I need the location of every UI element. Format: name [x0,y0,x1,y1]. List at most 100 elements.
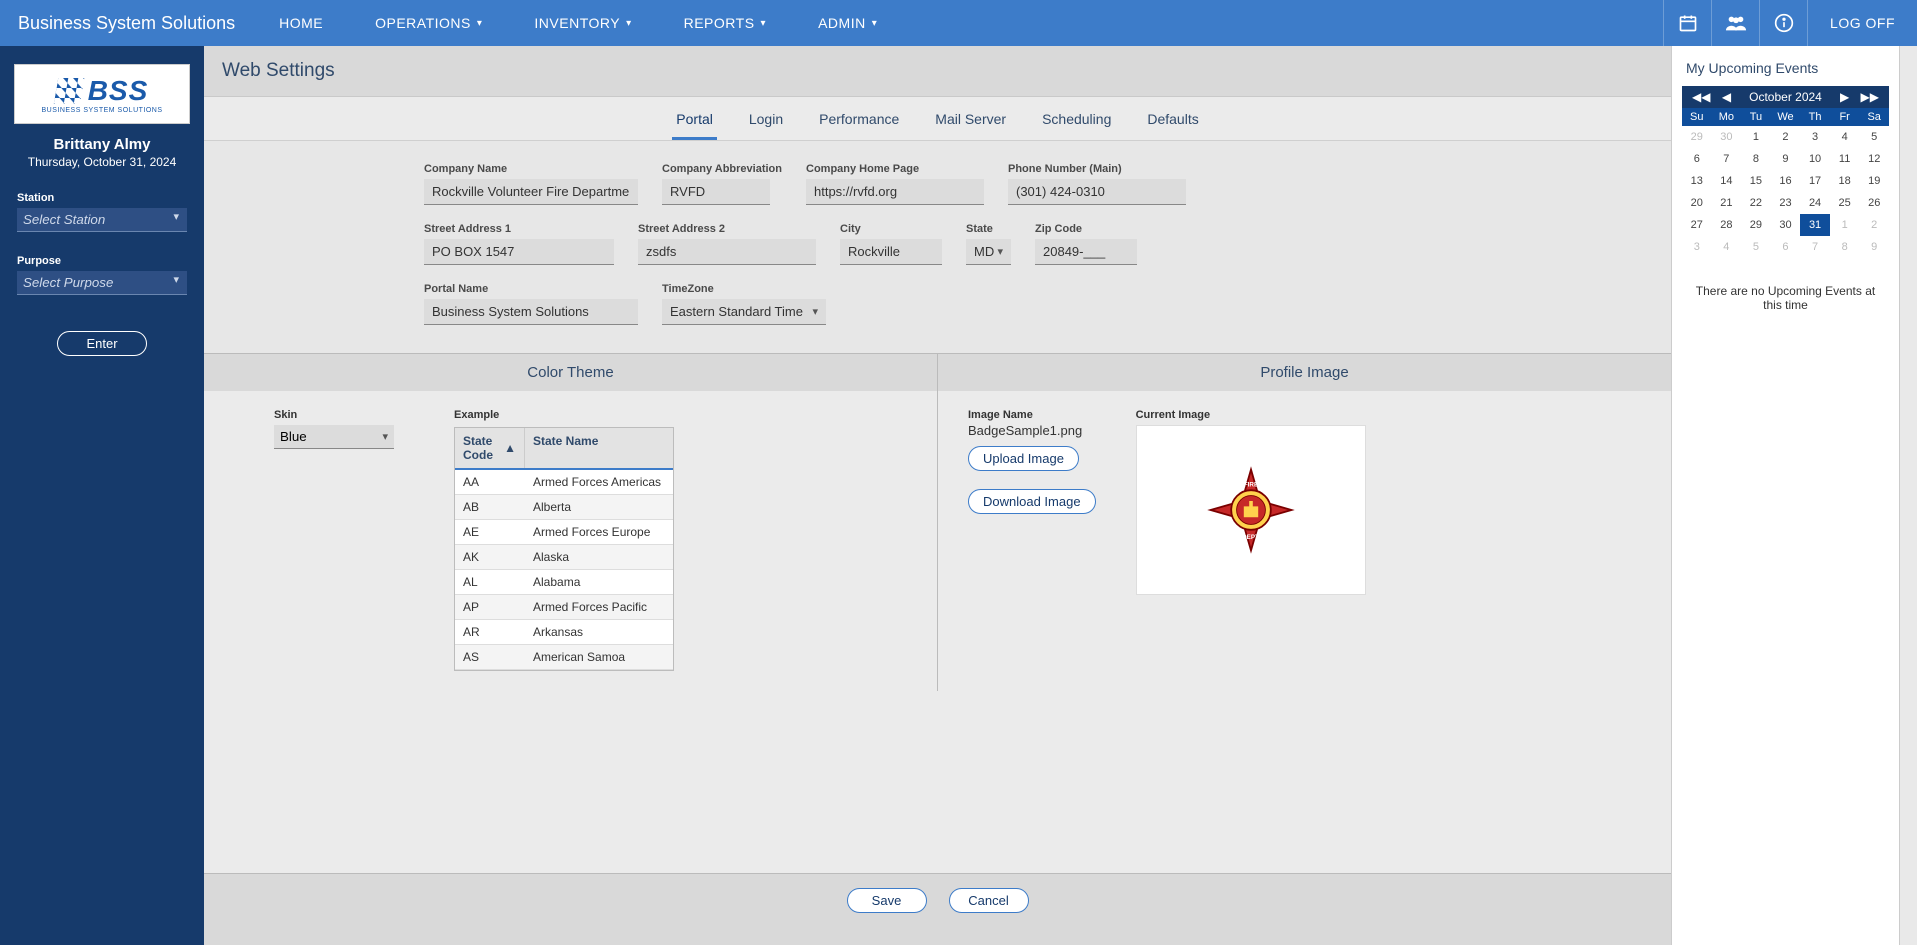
cal-dow-cell: Sa [1859,108,1889,126]
grid-col-code[interactable]: State Code ▲ [455,428,525,468]
cal-day[interactable]: 10 [1800,148,1830,170]
cal-day[interactable]: 9 [1771,148,1801,170]
profile-image-header: Profile Image [938,354,1671,391]
current-date: Thursday, October 31, 2024 [28,155,177,169]
cal-day[interactable]: 11 [1830,148,1860,170]
cal-dow-cell: We [1771,108,1801,126]
main-content: Web Settings Portal Login Performance Ma… [204,46,1671,945]
cal-day[interactable]: 26 [1859,192,1889,214]
table-row[interactable]: ALAlabama [455,570,673,595]
cal-day[interactable]: 3 [1682,236,1712,258]
cal-day[interactable]: 9 [1859,236,1889,258]
nav-inventory[interactable]: INVENTORY▾ [508,0,657,46]
cal-prev-year-icon[interactable]: ◀◀ [1688,90,1714,104]
tab-mail[interactable]: Mail Server [931,105,1010,140]
cal-day[interactable]: 28 [1712,214,1742,236]
cal-day[interactable]: 30 [1771,214,1801,236]
cal-day[interactable]: 6 [1771,236,1801,258]
calendar-icon[interactable] [1663,0,1711,46]
cal-day[interactable]: 12 [1859,148,1889,170]
phone-input[interactable] [1008,179,1186,205]
download-image-button[interactable]: Download Image [968,489,1096,514]
scrollbar[interactable] [1899,46,1917,945]
nav-operations[interactable]: OPERATIONS▾ [349,0,508,46]
chevron-down-icon: ▾ [872,18,878,29]
cal-day[interactable]: 1 [1741,126,1771,148]
info-icon[interactable] [1759,0,1807,46]
cal-day[interactable]: 6 [1682,148,1712,170]
tab-scheduling[interactable]: Scheduling [1038,105,1115,140]
abbrev-input[interactable] [662,179,770,205]
cal-day[interactable]: 13 [1682,170,1712,192]
state-select[interactable]: MD [966,239,1011,265]
table-row[interactable]: ARArkansas [455,620,673,645]
cal-day[interactable]: 4 [1830,126,1860,148]
cal-day[interactable]: 7 [1800,236,1830,258]
table-row[interactable]: ABAlberta [455,495,673,520]
skin-select[interactable]: Blue [274,425,394,449]
zip-input[interactable] [1035,239,1137,265]
cal-day[interactable]: 4 [1712,236,1742,258]
purpose-select[interactable]: Select Purpose [17,271,187,295]
cal-day[interactable]: 17 [1800,170,1830,192]
cal-day[interactable]: 20 [1682,192,1712,214]
logoff-button[interactable]: LOG OFF [1807,0,1917,46]
table-row[interactable]: APArmed Forces Pacific [455,595,673,620]
table-row[interactable]: AAArmed Forces Americas [455,470,673,495]
cancel-button[interactable]: Cancel [949,888,1029,913]
table-row[interactable]: AEArmed Forces Europe [455,520,673,545]
company-name-input[interactable] [424,179,638,205]
nav-reports[interactable]: REPORTS▾ [658,0,792,46]
cal-day[interactable]: 24 [1800,192,1830,214]
cal-next-month-icon[interactable]: ▶ [1836,90,1853,104]
cal-day[interactable]: 23 [1771,192,1801,214]
addr2-input[interactable] [638,239,816,265]
city-input[interactable] [840,239,942,265]
nav-admin[interactable]: ADMIN▾ [792,0,903,46]
enter-button[interactable]: Enter [57,331,146,356]
users-icon[interactable] [1711,0,1759,46]
homepage-input[interactable] [806,179,984,205]
cal-next-year-icon[interactable]: ▶▶ [1857,90,1883,104]
username: Brittany Almy [54,136,151,153]
no-events-message: There are no Upcoming Events at this tim… [1682,284,1889,312]
upload-image-button[interactable]: Upload Image [968,446,1079,471]
addr1-input[interactable] [424,239,614,265]
tab-performance[interactable]: Performance [815,105,903,140]
cal-prev-month-icon[interactable]: ◀ [1718,90,1735,104]
cal-day[interactable]: 15 [1741,170,1771,192]
save-button[interactable]: Save [847,888,927,913]
nav-home[interactable]: HOME [253,0,349,46]
cal-day[interactable]: 29 [1741,214,1771,236]
station-select[interactable]: Select Station [17,208,187,232]
cal-day[interactable]: 21 [1712,192,1742,214]
cal-day[interactable]: 30 [1712,126,1742,148]
portal-name-input[interactable] [424,299,638,325]
topbar-right: LOG OFF [1663,0,1917,46]
cal-day[interactable]: 22 [1741,192,1771,214]
cal-day[interactable]: 3 [1800,126,1830,148]
cal-day[interactable]: 2 [1859,214,1889,236]
tab-defaults[interactable]: Defaults [1143,105,1202,140]
grid-col-name[interactable]: State Name [525,428,673,468]
cal-day[interactable]: 1 [1830,214,1860,236]
tab-portal[interactable]: Portal [672,105,717,140]
cal-day[interactable]: 16 [1771,170,1801,192]
cal-day[interactable]: 29 [1682,126,1712,148]
cal-day[interactable]: 19 [1859,170,1889,192]
cal-day[interactable]: 5 [1859,126,1889,148]
cal-day[interactable]: 14 [1712,170,1742,192]
tab-login[interactable]: Login [745,105,787,140]
cal-day[interactable]: 8 [1830,236,1860,258]
table-row[interactable]: ASAmerican Samoa [455,645,673,670]
cal-day[interactable]: 18 [1830,170,1860,192]
tz-select[interactable]: Eastern Standard Time [662,299,826,325]
cal-day[interactable]: 8 [1741,148,1771,170]
cal-day[interactable]: 5 [1741,236,1771,258]
cal-day[interactable]: 2 [1771,126,1801,148]
cal-day[interactable]: 25 [1830,192,1860,214]
cal-day[interactable]: 31 [1800,214,1830,236]
cal-day[interactable]: 7 [1712,148,1742,170]
table-row[interactable]: AKAlaska [455,545,673,570]
cal-day[interactable]: 27 [1682,214,1712,236]
